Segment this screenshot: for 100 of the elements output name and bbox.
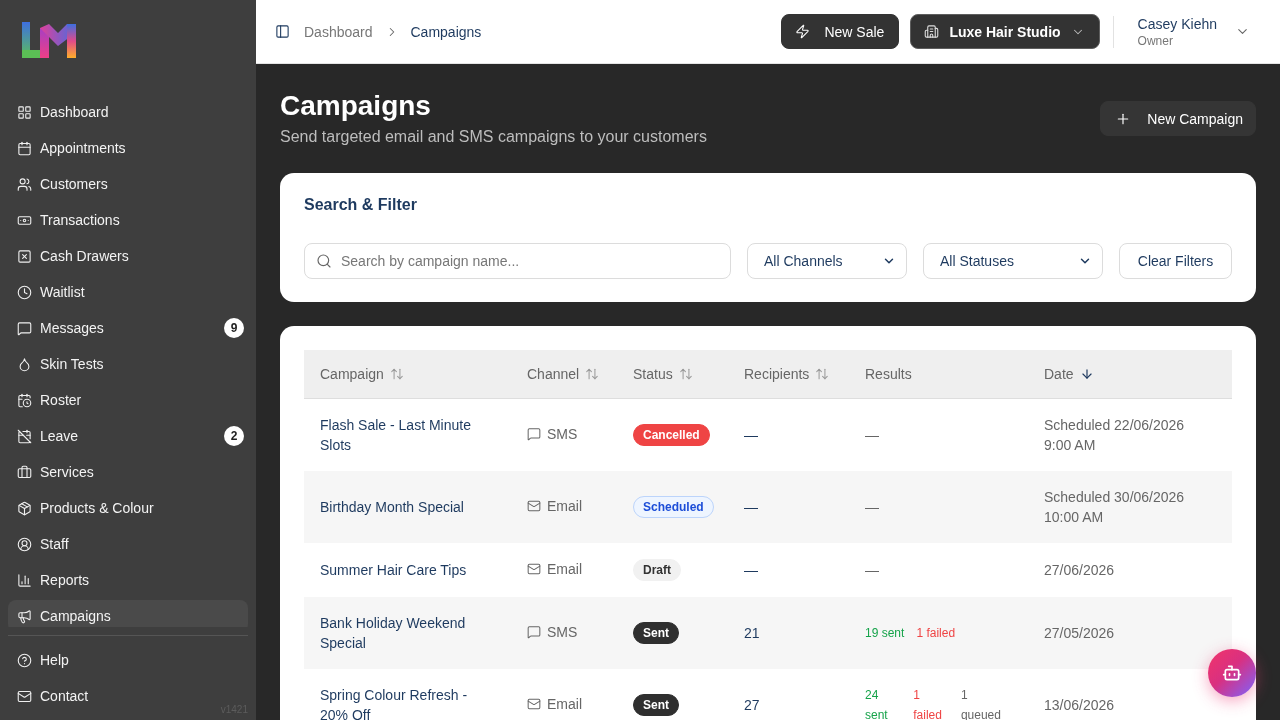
new-sale-button[interactable]: New Sale [781, 14, 900, 49]
megaphone-icon [17, 608, 32, 624]
date-text: Scheduled 30/06/2026 10:00 AM [1044, 488, 1185, 525]
date-text: 27/06/2026 [1044, 561, 1115, 578]
unread-count: 9 [224, 318, 244, 338]
page-title: Campaigns [280, 89, 432, 123]
chat-bubble-icon [17, 320, 32, 336]
channel-label: Email [547, 694, 582, 714]
campaign-link[interactable]: Flash Sale - Last Minute Slots [320, 414, 487, 455]
sidebar-item[interactable]: Roster [8, 384, 248, 416]
recipients-value: — [744, 561, 758, 578]
grid-icon [17, 104, 32, 120]
new-campaign-button[interactable]: New Campaign [1100, 101, 1256, 136]
search-field[interactable]: Search by campaign name... [304, 243, 731, 279]
sidebar-item[interactable]: Services [8, 456, 248, 488]
column-header: Results [849, 350, 1028, 398]
chat-bubble-icon [527, 624, 541, 639]
location-switcher[interactable]: Luxe Hair Studio [910, 14, 1100, 49]
mail-icon [527, 498, 541, 513]
sidebar-item[interactable]: Staff [8, 528, 248, 560]
recipients-value: 21 [744, 624, 760, 641]
sort-arrows-icon [585, 366, 600, 381]
robot-icon [1222, 663, 1242, 683]
recipients-value: — [744, 426, 758, 443]
sidebar-item[interactable]: Waitlist [8, 276, 248, 308]
empty-value: — [865, 560, 879, 580]
user-menu-button[interactable]: Casey Kiehn Owner [1125, 14, 1256, 49]
date-text: Scheduled 22/06/2026 9:00 AM [1044, 416, 1185, 453]
date-text: 27/05/2026 [1044, 624, 1115, 641]
mail-icon [17, 688, 32, 704]
campaign-link[interactable]: Spring Colour Refresh - 20% Off [320, 684, 487, 720]
sidebar-item[interactable]: Transactions [8, 204, 248, 236]
box-icon [17, 500, 32, 516]
channel-label: SMS [547, 424, 578, 444]
column-header[interactable]: Recipients [728, 350, 849, 398]
breadcrumb-current: Campaigns [410, 23, 482, 40]
failed-count: 1 failed [916, 624, 956, 642]
building-icon [924, 24, 940, 39]
campaign-link[interactable]: Bank Holiday Weekend Special [320, 612, 487, 653]
channel-select[interactable]: All Channels [747, 243, 907, 279]
calendar-clock-icon [17, 392, 32, 408]
sort-arrows-icon [815, 366, 830, 381]
empty-value: — [865, 425, 879, 445]
sidebar-item[interactable]: Reports [8, 564, 248, 596]
channel-label: SMS [547, 622, 578, 642]
column-header[interactable]: Status [617, 350, 728, 398]
calendar-icon [17, 140, 32, 156]
empty-value: — [865, 497, 879, 517]
status-badge: Sent [633, 693, 679, 716]
channel-label: Email [547, 496, 582, 516]
status-badge: Sent [633, 621, 679, 644]
sidebar-item[interactable]: Dashboard [8, 96, 248, 128]
page-subtitle: Send targeted email and SMS campaigns to your customers [280, 127, 707, 147]
help-icon [17, 652, 32, 668]
mail-icon [527, 696, 541, 711]
sidebar-item[interactable]: Skin Tests [8, 348, 248, 380]
mail-icon [527, 561, 541, 576]
sidebar-item[interactable]: Appointments [8, 132, 248, 164]
sidebar-item[interactable]: Campaigns [8, 600, 248, 627]
clear-filters-button[interactable]: Clear Filters [1119, 243, 1232, 279]
sort-arrows-icon [389, 366, 404, 381]
user-circle-icon [17, 536, 32, 552]
briefcase-icon [17, 464, 32, 480]
failed-count: 1 failed [913, 686, 943, 720]
date-text: 13/06/2026 [1044, 696, 1115, 713]
breadcrumb-link[interactable]: Dashboard [304, 23, 373, 40]
calendar-off-icon [17, 428, 32, 444]
sidebar-toggle-icon[interactable] [275, 24, 290, 39]
status-badge: Cancelled [633, 423, 710, 446]
sidebar-item[interactable]: Contact [8, 680, 208, 712]
campaign-link[interactable]: Summer Hair Care Tips [320, 559, 487, 580]
sidebar-item[interactable]: Messages 9 [8, 312, 248, 344]
column-header[interactable]: Campaign [304, 350, 511, 398]
people-icon [17, 176, 32, 192]
sidebar-item[interactable]: Leave 2 [8, 420, 248, 452]
sent-count: 19 sent [865, 624, 905, 642]
sidebar-item[interactable]: Products & Colour [8, 492, 248, 524]
sidebar-item[interactable]: Cash Drawers [8, 240, 248, 272]
recipients-value: — [744, 498, 758, 515]
status-badge: Draft [633, 558, 681, 581]
sort-down-icon [1079, 366, 1094, 381]
clock-icon [17, 284, 32, 300]
brand-logo [22, 22, 76, 58]
chat-bubble-icon [527, 426, 541, 441]
campaign-link[interactable]: Birthday Month Special [320, 496, 487, 517]
channel-label: Email [547, 559, 582, 579]
search-icon [316, 253, 332, 269]
bar-chart-icon [17, 572, 32, 588]
column-header[interactable]: Channel [511, 350, 617, 398]
sort-arrows-icon [678, 366, 693, 381]
status-badge: Scheduled [633, 495, 714, 518]
x-square-icon [17, 248, 32, 264]
column-header[interactable]: Date [1028, 350, 1232, 398]
sidebar-item[interactable]: Customers [8, 168, 248, 200]
sent-count: 24 sent [865, 686, 889, 720]
lightning-icon [795, 24, 811, 39]
unread-count: 2 [224, 426, 244, 446]
sidebar-item[interactable]: Help [8, 644, 208, 676]
card-title: Search & Filter [304, 195, 418, 215]
status-select[interactable]: All Statuses [923, 243, 1103, 279]
